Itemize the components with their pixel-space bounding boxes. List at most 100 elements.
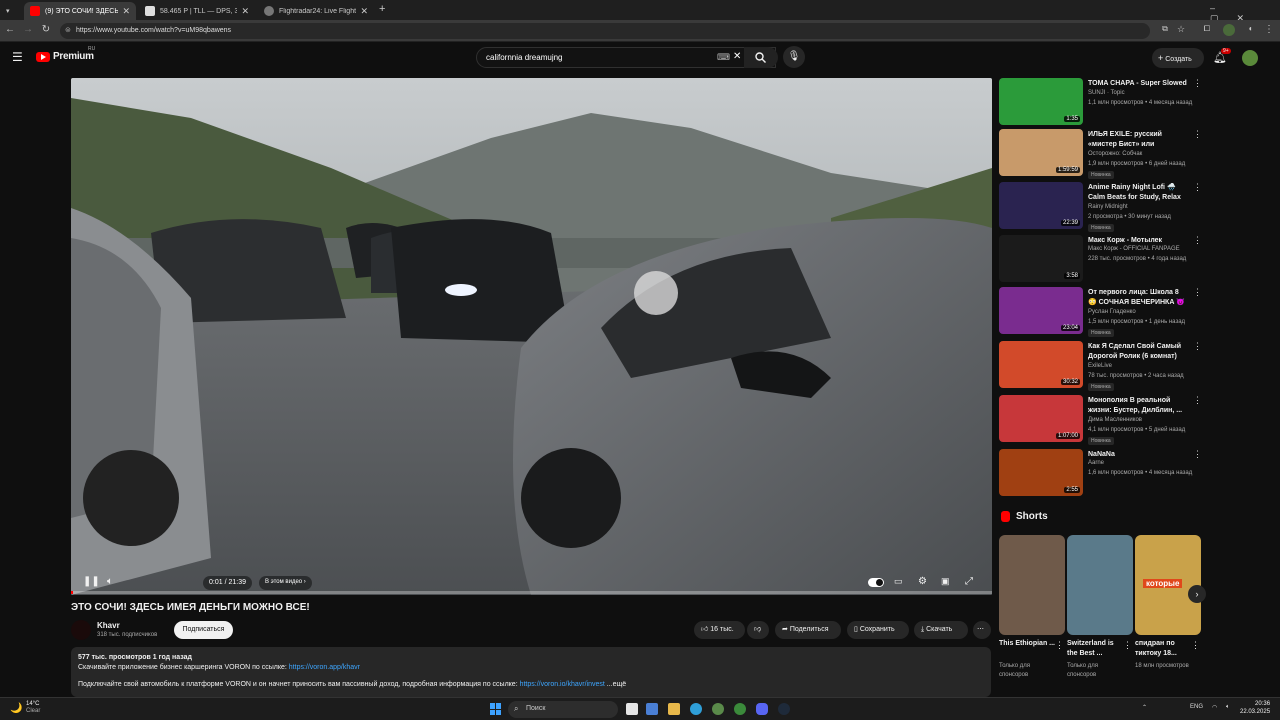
recommendation-channel[interactable]: Руслан Гладенко bbox=[1088, 309, 1136, 315]
windows-start-icon[interactable] bbox=[490, 703, 502, 715]
kebab-menu-icon[interactable]: ⋮ bbox=[1193, 182, 1202, 193]
voice-search-button[interactable]: 🎙 bbox=[783, 46, 805, 68]
recommendation-title[interactable]: От первого лица: Школа 8 😳 СОЧНАЯ ВЕЧЕРИ… bbox=[1088, 288, 1188, 308]
kebab-menu-icon[interactable]: ⋮ bbox=[1193, 395, 1202, 406]
clear-search-icon[interactable]: ✕ bbox=[733, 51, 741, 62]
new-tab-icon[interactable]: + bbox=[379, 3, 385, 15]
install-app-icon[interactable]: ⧉ bbox=[1158, 24, 1172, 34]
recommendation-title[interactable]: Макс Корж - Мотылек bbox=[1088, 236, 1188, 246]
video-player[interactable] bbox=[71, 78, 992, 595]
close-icon[interactable]: ✕ bbox=[122, 6, 130, 17]
autoplay-toggle[interactable] bbox=[868, 578, 884, 587]
recommendation-channel[interactable]: Осторожно: Собчак bbox=[1088, 151, 1142, 157]
recommendation-channel[interactable]: Aarne bbox=[1088, 460, 1104, 466]
short-title[interactable]: This Ethiopian ... bbox=[999, 639, 1057, 649]
youtube-logo[interactable]: Premium RU bbox=[36, 46, 95, 62]
recommendation-title[interactable]: NaNaNa bbox=[1088, 450, 1188, 460]
tab-flightradar[interactable]: Flightradar24: Live Flight Track... ✕ bbox=[258, 2, 374, 20]
account-avatar[interactable] bbox=[1242, 50, 1258, 66]
browser-icon[interactable] bbox=[712, 703, 724, 715]
recommendation-title[interactable]: TOMA CHAPA - Super Slowed bbox=[1088, 79, 1188, 89]
channel-avatar[interactable] bbox=[71, 620, 91, 640]
recommendation-item[interactable]: 23:04 От первого лица: Школа 8 😳 СОЧНАЯ … bbox=[999, 287, 1204, 337]
language-indicator[interactable]: ENG bbox=[1190, 704, 1203, 710]
kebab-menu-icon[interactable]: ⋮ bbox=[1193, 78, 1202, 89]
download-button[interactable]: ⤓ Скачать bbox=[914, 621, 968, 639]
kebab-menu-icon[interactable]: ⋮ bbox=[1193, 129, 1202, 140]
video-thumbnail[interactable]: 30:32 bbox=[999, 341, 1083, 388]
search-button[interactable] bbox=[744, 47, 778, 68]
tab-search-button[interactable]: ▾ bbox=[0, 2, 20, 20]
pause-icon[interactable]: ❚❚ bbox=[83, 576, 100, 587]
recommendation-channel[interactable]: Дима Масленников bbox=[1088, 417, 1142, 423]
video-thumbnail[interactable]: 1:07:00 bbox=[999, 395, 1083, 442]
recommendation-channel[interactable]: Макс Корж - OFFICIAL FANPAGE bbox=[1088, 246, 1180, 252]
fullscreen-icon[interactable]: ⤢ bbox=[965, 576, 973, 587]
chapters-button[interactable]: В этом видео › bbox=[259, 576, 312, 590]
recommendation-title[interactable]: Как Я Сделал Свой Самый Дорогой Ролик (6… bbox=[1088, 342, 1188, 362]
video-thumbnail[interactable]: 1:59:59 bbox=[999, 129, 1083, 176]
kebab-menu-icon[interactable]: ⋮ bbox=[1193, 235, 1202, 246]
short-thumbnail[interactable] bbox=[1067, 535, 1133, 635]
clock[interactable]: 20:36 22.03.2025 bbox=[1240, 700, 1270, 716]
create-button[interactable]: + Создать bbox=[1152, 48, 1204, 68]
recommendation-item[interactable]: 1:35 TOMA CHAPA - Super Slowed SUNJI · T… bbox=[999, 78, 1204, 128]
menu-kebab-icon[interactable]: ⋮ bbox=[1262, 24, 1276, 35]
video-thumbnail[interactable]: 3:58 bbox=[999, 235, 1083, 282]
recommendation-channel[interactable]: Rainy Midnight bbox=[1088, 204, 1128, 210]
video-thumbnail[interactable]: 22:39 bbox=[999, 182, 1083, 229]
recommendation-item[interactable]: 22:39 Anime Rainy Night Lofi 🌧️ Calm Bea… bbox=[999, 182, 1204, 232]
video-thumbnail[interactable]: 2:55 bbox=[999, 449, 1083, 496]
kebab-menu-icon[interactable]: ⋮ bbox=[1193, 341, 1202, 352]
hamburger-menu-icon[interactable]: ☰ bbox=[12, 50, 23, 64]
address-field[interactable]: ⊜ https://www.youtube.com/watch?v=uM98qb… bbox=[60, 23, 1150, 39]
tab-flights[interactable]: 58.465 P | TLL — DPS, 30.03 ✕ bbox=[139, 2, 255, 20]
telegram-icon[interactable] bbox=[778, 703, 790, 715]
short-thumbnail[interactable] bbox=[999, 535, 1065, 635]
subscribe-button[interactable]: Подписаться bbox=[174, 621, 233, 639]
taskbar-search[interactable]: ⌕ Поиск bbox=[508, 701, 618, 718]
like-button[interactable]: 👍︎ 16 тыс. bbox=[694, 621, 745, 639]
file-explorer-icon[interactable] bbox=[668, 703, 680, 715]
kebab-menu-icon[interactable]: ⋮ bbox=[1193, 287, 1202, 298]
subtitles-icon[interactable]: ▭ bbox=[894, 576, 903, 587]
reload-icon[interactable]: ↻ bbox=[39, 24, 53, 35]
video-thumbnail[interactable]: 23:04 bbox=[999, 287, 1083, 334]
recommendation-item[interactable]: 1:07:00 Монополия В реальной жизни: Буст… bbox=[999, 395, 1204, 445]
kebab-menu-icon[interactable]: ⋮ bbox=[1191, 640, 1200, 651]
more-actions-button[interactable]: ⋯ bbox=[973, 621, 991, 639]
kebab-menu-icon[interactable]: ⋮ bbox=[1055, 640, 1064, 651]
dislike-button[interactable]: 👎︎ bbox=[747, 621, 769, 639]
close-icon[interactable]: ✕ bbox=[241, 6, 249, 17]
speaker-icon[interactable]: 🔈︎ bbox=[1226, 704, 1230, 711]
recommendation-title[interactable]: Anime Rainy Night Lofi 🌧️ Calm Beats for… bbox=[1088, 183, 1188, 203]
back-icon[interactable]: ← bbox=[3, 24, 17, 35]
video-thumbnail[interactable]: 1:35 bbox=[999, 78, 1083, 125]
kebab-menu-icon[interactable]: ⋮ bbox=[1193, 449, 1202, 460]
site-info-icon[interactable]: ⊜ bbox=[65, 26, 71, 34]
task-view-icon[interactable] bbox=[626, 703, 638, 715]
weather-widget[interactable]: 14°C Clear bbox=[26, 701, 40, 715]
recommendation-item[interactable]: 1:59:59 ИЛЬЯ EXILE: русский «мистер Бист… bbox=[999, 129, 1204, 179]
tab-youtube[interactable]: (9) ЭТО СОЧИ! ЗДЕСЬ ИМЕ... ✕ bbox=[24, 2, 136, 20]
recommendation-item[interactable]: 3:58 Макс Корж - Мотылек Макс Корж - OFF… bbox=[999, 235, 1204, 285]
share-button[interactable]: ➦ Поделиться bbox=[775, 621, 841, 639]
recommendation-channel[interactable]: SUNJI · Topic bbox=[1088, 90, 1125, 96]
short-title[interactable]: спидран по тиктоку 18... bbox=[1135, 639, 1193, 659]
close-icon[interactable]: ✕ bbox=[360, 6, 368, 17]
volume-icon[interactable]: 🔈︎ bbox=[107, 576, 113, 587]
description-link[interactable]: https://voron.app/khavr bbox=[289, 664, 360, 671]
miniplayer-icon[interactable]: ▣ bbox=[941, 576, 950, 587]
kebab-menu-icon[interactable]: ⋮ bbox=[1123, 640, 1132, 651]
profile-icon[interactable]: ◐ bbox=[1244, 24, 1258, 33]
description-box[interactable]: 577 тыс. просмотров 1 год назад Скачивай… bbox=[71, 647, 991, 697]
discord-icon[interactable] bbox=[756, 703, 768, 715]
recommendation-title[interactable]: Монополия В реальной жизни: Бустер, Дилб… bbox=[1088, 396, 1188, 416]
recommendation-title[interactable]: ИЛЬЯ EXILE: русский «мистер Бист» или та… bbox=[1088, 130, 1188, 150]
forward-icon[interactable]: → bbox=[21, 24, 35, 35]
recommendation-item[interactable]: 30:32 Как Я Сделал Свой Самый Дорогой Ро… bbox=[999, 341, 1204, 391]
channel-name[interactable]: Khavr bbox=[97, 621, 120, 630]
recommendation-channel[interactable]: ExileLive bbox=[1088, 363, 1112, 369]
chrome-icon[interactable] bbox=[734, 703, 746, 715]
recommendation-item[interactable]: 2:55 NaNaNa Aarne 1,6 млн просмотров • 4… bbox=[999, 449, 1204, 499]
